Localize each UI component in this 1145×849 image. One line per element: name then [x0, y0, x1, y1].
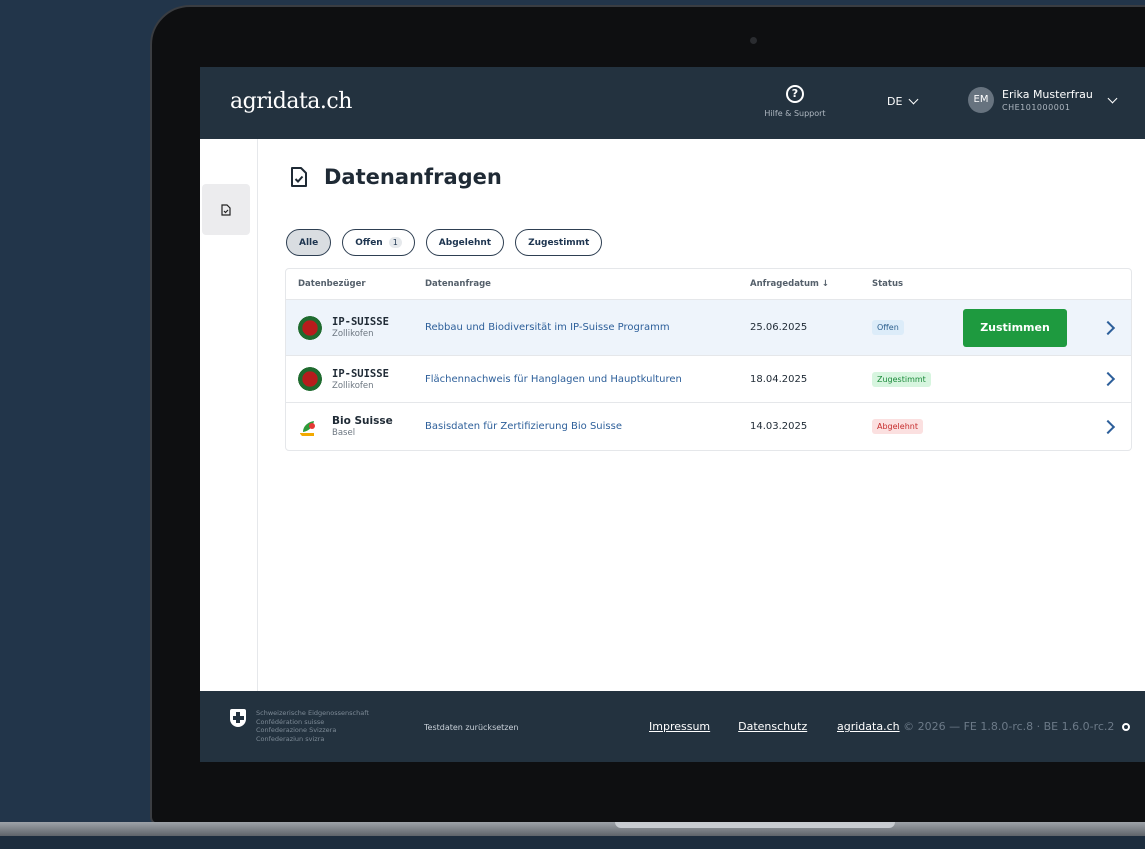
- provider-city: Basel: [332, 428, 356, 438]
- filter-count: 1: [388, 237, 402, 248]
- filter-all[interactable]: Alle: [286, 229, 332, 256]
- swiss-shield-icon: [230, 709, 246, 727]
- footer-links: Impressum Datenschutz: [649, 720, 807, 733]
- requests-table: Datenbezüger Datenanfrage Anfragedatum ↓…: [285, 268, 1132, 451]
- table-row[interactable]: IP-SUISSE Zollikofen Rebbau und Biodiver…: [286, 300, 1131, 356]
- camera: [750, 37, 757, 44]
- footer: Schweizerische Eidgenossenschaft Confédé…: [200, 691, 1145, 762]
- filter-label: Abgelehnt: [438, 237, 492, 248]
- request-date: 25.06.2025: [750, 322, 808, 333]
- chevron-right-icon[interactable]: [1100, 320, 1116, 335]
- table-header: Datenbezüger Datenanfrage Anfragedatum ↓…: [286, 269, 1131, 300]
- confederation-line: Confederaziun svizra: [256, 734, 325, 743]
- request-title[interactable]: Rebbau und Biodiversität im IP-Suisse Pr…: [425, 322, 670, 333]
- status-badge: Abgelehnt: [872, 419, 923, 434]
- provider-name: Bio Suisse: [332, 415, 393, 427]
- help-label: Hilfe & Support: [764, 109, 826, 118]
- reset-test-data-link[interactable]: Testdaten zurücksetzen: [424, 723, 518, 732]
- confederation-line: Schweizerische Eidgenossenschaft: [256, 709, 369, 717]
- filter-label: Zugestimmt: [528, 237, 590, 248]
- page-title: Datenanfragen: [290, 165, 502, 189]
- request-date: 14.03.2025: [750, 421, 808, 432]
- user-id: CHE101000001: [1002, 103, 1071, 112]
- ip-suisse-logo: [298, 315, 322, 340]
- filter-open[interactable]: Offen 1: [342, 229, 415, 256]
- document-check-icon: [221, 203, 231, 216]
- avatar: EM: [968, 87, 994, 113]
- version-info: agridata.ch © 2026 — FE 1.8.0-rc.8 · BE …: [837, 720, 1130, 733]
- user-name: Erika Musterfrau: [1002, 88, 1093, 101]
- filter-rejected[interactable]: Abgelehnt: [425, 229, 505, 256]
- help-button[interactable]: ? Hilfe & Support: [760, 85, 830, 118]
- user-menu[interactable]: EM Erika Musterfrau CHE101000001: [968, 87, 1118, 113]
- chevron-down-icon: [908, 94, 919, 105]
- column-provider[interactable]: Datenbezüger: [298, 279, 366, 289]
- confederation-line: Confederazione Svizzera: [256, 726, 337, 734]
- request-title[interactable]: Flächennachweis für Hanglagen und Hauptk…: [425, 374, 682, 385]
- column-request[interactable]: Datenanfrage: [425, 279, 491, 289]
- screen: agridata.ch ? Hilfe & Support DE EM Erik…: [200, 67, 1145, 762]
- sidebar-item-data-requests[interactable]: [202, 184, 250, 235]
- app-logo[interactable]: agridata.ch: [230, 89, 352, 114]
- status-badge: Zugestimmt: [872, 371, 931, 387]
- document-check-icon: [291, 167, 307, 187]
- laptop-shadow: [0, 836, 1145, 849]
- laptop-notch: [615, 822, 895, 828]
- chevron-down-icon: [1107, 93, 1118, 103]
- provider-city: Zollikofen: [332, 380, 374, 391]
- request-date: 18.04.2025: [750, 373, 808, 385]
- help-icon: ?: [786, 85, 804, 103]
- language-select[interactable]: DE: [887, 94, 919, 108]
- chevron-right-icon[interactable]: [1100, 419, 1116, 434]
- ip-suisse-logo: [298, 367, 322, 391]
- filter-label: Alle: [299, 237, 319, 248]
- request-title[interactable]: Basisdaten für Zertifizierung Bio Suisse: [425, 421, 622, 432]
- arrow-down-icon: ↓: [821, 279, 829, 289]
- filter-label: Offen: [355, 237, 383, 248]
- provider-cell: IP-SUISSE Zollikofen: [298, 367, 389, 391]
- github-icon[interactable]: [1121, 723, 1130, 731]
- page-title-text: Datenanfragen: [324, 165, 502, 189]
- approve-button[interactable]: Zustimmen: [963, 308, 1067, 347]
- provider-city: Zollikofen: [332, 329, 374, 339]
- bio-suisse-logo: [298, 414, 322, 439]
- laptop-base: [0, 822, 1145, 836]
- status-badge: Offen: [872, 320, 904, 335]
- confederation-text: Schweizerische Eidgenossenschaft Confédé…: [256, 709, 369, 743]
- swiss-confederation-brand: Schweizerische Eidgenossenschaft Confédé…: [230, 709, 369, 743]
- column-status[interactable]: Status: [872, 279, 903, 289]
- agridata-link[interactable]: agridata.ch: [837, 720, 900, 733]
- column-date-label: Anfragedatum: [750, 279, 819, 289]
- provider-name: IP-SUISSE: [332, 316, 389, 328]
- provider-cell: IP-SUISSE Zollikofen: [298, 315, 389, 340]
- language-label: DE: [887, 95, 903, 108]
- sidebar: ›: [200, 139, 264, 724]
- confederation-line: Confédération suisse: [256, 717, 325, 726]
- privacy-link[interactable]: Datenschutz: [738, 720, 807, 733]
- provider-name: IP-SUISSE: [332, 367, 389, 380]
- filter-chips: Alle Offen 1 Abgelehnt Zugestimmt: [286, 229, 603, 256]
- impressum-link[interactable]: Impressum: [649, 720, 710, 733]
- provider-cell: Bio Suisse Basel: [298, 414, 393, 439]
- table-row[interactable]: Bio Suisse Basel Basisdaten für Zertifiz…: [286, 403, 1131, 450]
- filter-accepted[interactable]: Zugestimmt: [515, 229, 603, 256]
- column-date[interactable]: Anfragedatum ↓: [750, 279, 829, 289]
- table-row[interactable]: IP-SUISSE Zollikofen Flächennachweis für…: [286, 356, 1131, 403]
- version-text: © 2026 — FE 1.8.0-rc.8 · BE 1.6.0-rc.2: [903, 720, 1115, 733]
- chevron-right-icon[interactable]: [1100, 371, 1116, 387]
- top-bar: agridata.ch ? Hilfe & Support DE EM Erik…: [200, 67, 1145, 139]
